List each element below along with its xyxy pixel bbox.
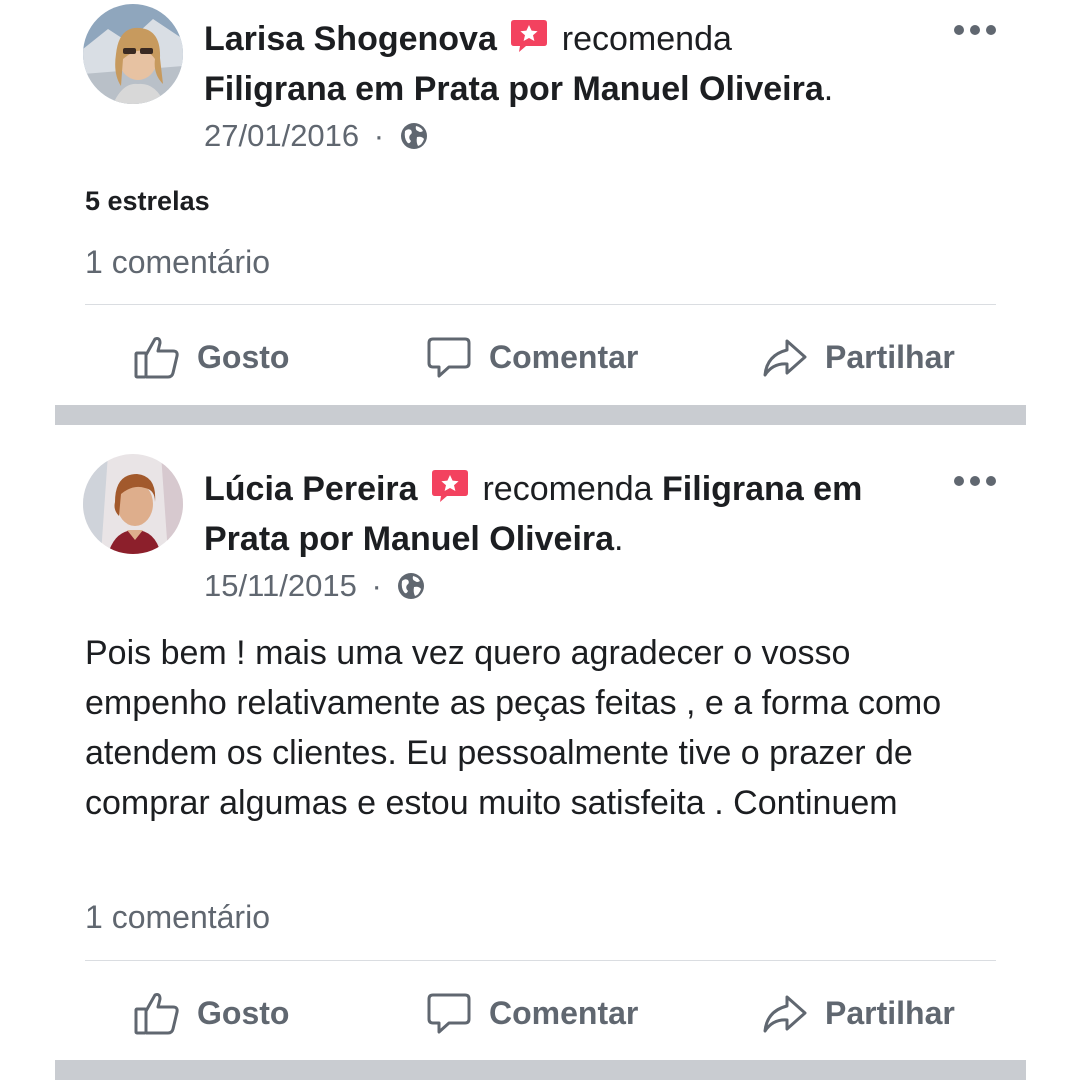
thumbs-up-icon: [134, 993, 179, 1035]
comment-label: Comentar: [489, 338, 639, 375]
header-punctuation: .: [614, 520, 624, 558]
recommend-badge-icon: [510, 18, 548, 54]
globe-icon: [399, 121, 429, 151]
page-name[interactable]: Filigrana em Prata por Manuel Oliveira: [204, 70, 824, 108]
globe-icon: [396, 571, 426, 601]
post-header: Larisa Shogenova recomenda Filigrana em …: [204, 14, 946, 114]
comment-count[interactable]: 1 comentário: [85, 244, 270, 281]
meta-separator: ·: [371, 568, 382, 603]
post-separator: [55, 405, 1026, 425]
action-bar: Gosto Comentar Partilhar: [55, 983, 1026, 1043]
recommend-verb: recomenda: [482, 470, 653, 508]
comment-icon: [427, 993, 471, 1034]
comment-button[interactable]: Comentar: [425, 983, 638, 1043]
like-label: Gosto: [197, 338, 290, 375]
post-date[interactable]: 27/01/2016: [204, 118, 359, 153]
comment-icon: [427, 337, 471, 378]
like-button[interactable]: Gosto: [133, 327, 289, 387]
post-meta: 27/01/2016 ·: [204, 118, 429, 154]
author-name[interactable]: Lúcia Pereira: [204, 470, 418, 508]
more-options-icon[interactable]: [954, 473, 996, 487]
share-arrow-icon: [763, 339, 807, 377]
share-label: Partilhar: [825, 338, 955, 375]
share-arrow-icon: [763, 995, 807, 1033]
author-name[interactable]: Larisa Shogenova: [204, 20, 497, 58]
post-separator: [55, 1060, 1026, 1080]
avatar[interactable]: [83, 454, 183, 554]
recommend-verb: recomenda: [561, 20, 732, 58]
like-label: Gosto: [197, 994, 290, 1031]
avatar[interactable]: [83, 4, 183, 104]
rating-text: 5 estrelas: [85, 186, 210, 216]
action-bar: Gosto Comentar Partilhar: [55, 327, 1026, 387]
more-options-icon[interactable]: [954, 22, 996, 36]
post-header: Lúcia Pereira recomenda Filigrana em Pra…: [204, 464, 946, 564]
divider: [85, 304, 996, 305]
post-body: Pois bem ! mais uma vez quero agradecer …: [85, 634, 942, 822]
post-card: Larisa Shogenova recomenda Filigrana em …: [55, 0, 1026, 405]
comment-label: Comentar: [489, 994, 639, 1031]
recommend-badge-icon: [431, 468, 469, 504]
comment-count[interactable]: 1 comentário: [85, 899, 270, 936]
comment-button[interactable]: Comentar: [425, 327, 638, 387]
divider: [85, 960, 996, 961]
post-meta: 15/11/2015 ·: [204, 568, 426, 604]
post-card: Lúcia Pereira recomenda Filigrana em Pra…: [55, 425, 1026, 1060]
share-button[interactable]: Partilhar: [761, 327, 955, 387]
share-button[interactable]: Partilhar: [761, 983, 955, 1043]
header-punctuation: .: [823, 70, 834, 108]
like-button[interactable]: Gosto: [133, 983, 289, 1043]
thumbs-up-icon: [134, 337, 179, 379]
share-label: Partilhar: [825, 994, 955, 1031]
post-date[interactable]: 15/11/2015: [204, 568, 357, 603]
meta-separator: ·: [373, 118, 385, 153]
